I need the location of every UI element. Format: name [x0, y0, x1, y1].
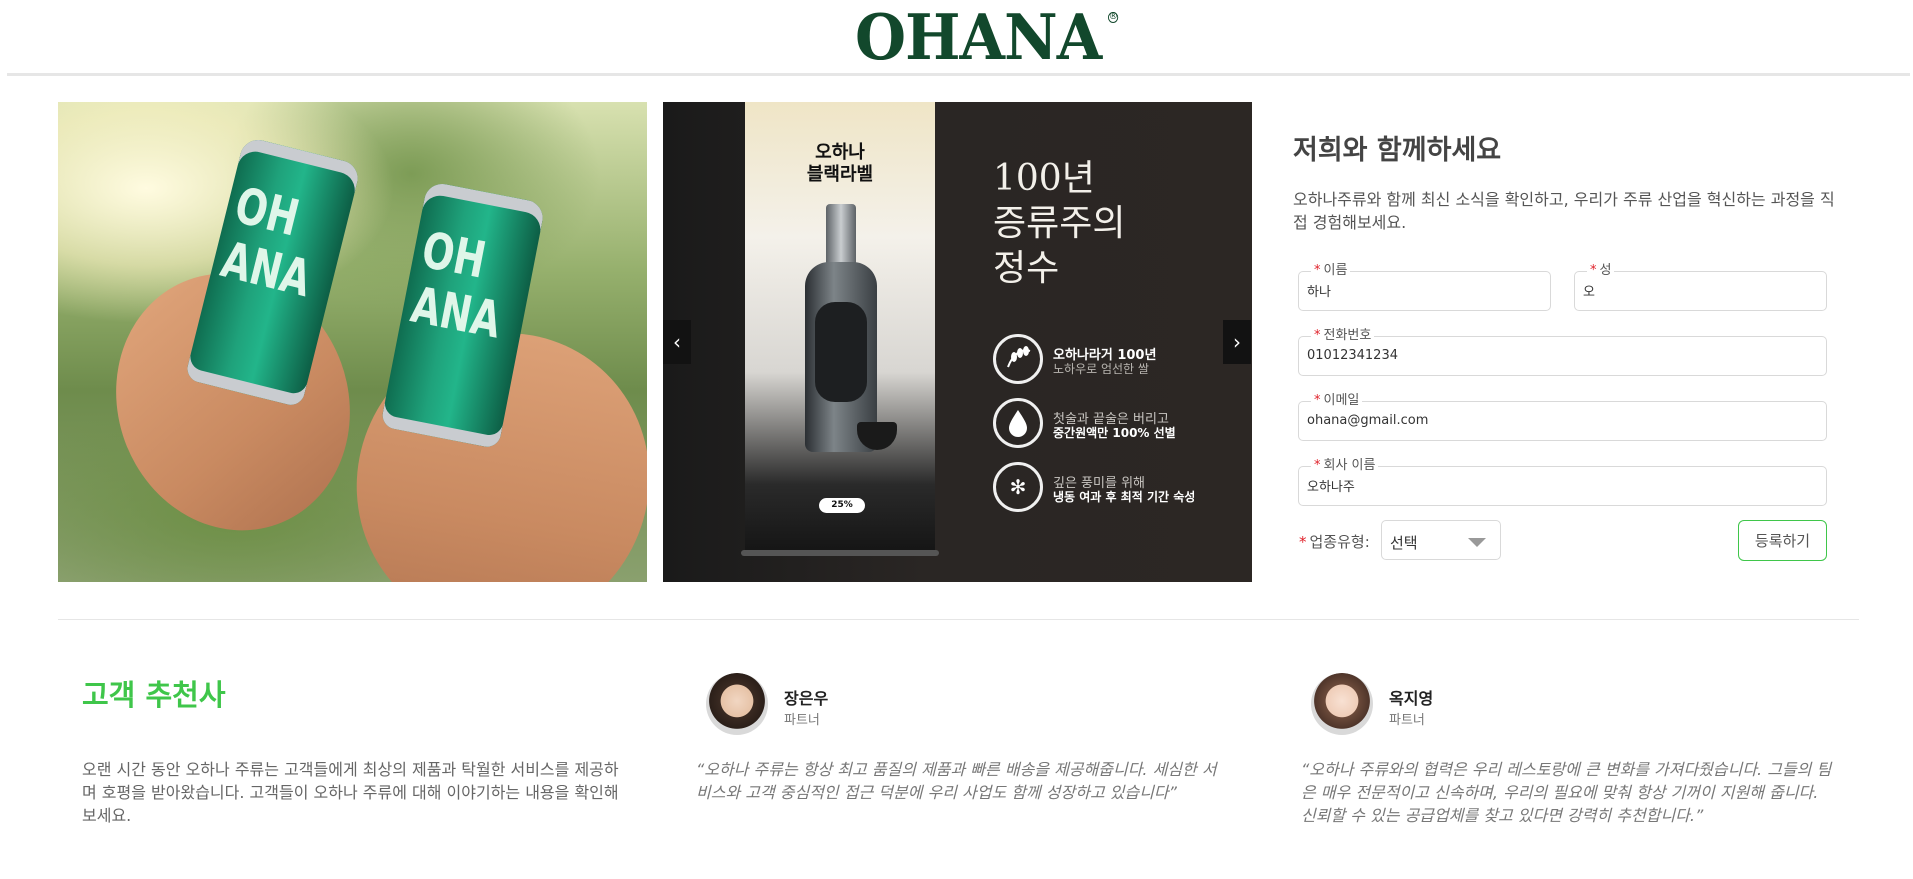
form-title: 저희와 함께하세요 — [1293, 135, 1502, 166]
bottle-label — [815, 302, 867, 402]
last-name-field[interactable]: * 성 — [1574, 263, 1827, 311]
business-type-select[interactable]: 선택 — [1381, 520, 1501, 560]
logo[interactable]: OHANA ® — [855, 6, 1118, 69]
feature-line-2: 냉동 여과 후 최적 기간 숙성 — [1053, 490, 1196, 504]
product-poster: 오하나 블랙라벨 25% — [745, 102, 935, 552]
last-name-label: * 성 — [1587, 263, 1615, 278]
product-slider: 오하나 블랙라벨 25% 100년 증류주의 정수 오하나라거 100년 노하우… — [663, 102, 1252, 582]
poster-stand — [741, 550, 939, 556]
company-label: * 회사 이름 — [1311, 458, 1379, 473]
registered-mark: ® — [1107, 11, 1118, 23]
slider-prev-button[interactable]: ‹ — [663, 320, 691, 364]
form-description: 오하나주류와 함께 최신 소식을 확인하고, 우리가 주류 산업을 혁신하는 과… — [1293, 190, 1835, 232]
testimonial-quote: “오하나 주류와의 협력은 우리 레스토랑에 큰 변화를 가져다줬습니다. 그들… — [1301, 760, 1832, 825]
bottle-icon — [826, 204, 856, 264]
poster-title: 오하나 블랙라벨 — [806, 142, 874, 185]
email-input[interactable] — [1307, 413, 1818, 428]
slider-headline: 100년 증류주의 정수 — [993, 158, 1126, 289]
droplet-icon — [993, 398, 1043, 448]
can-logo-text: OH ANA — [406, 220, 506, 350]
phone-field[interactable]: * 전화번호 — [1298, 328, 1827, 376]
percent-badge: 25% — [819, 498, 865, 513]
rice-icon — [993, 334, 1043, 384]
email-field[interactable]: * 이메일 — [1298, 393, 1827, 441]
first-name-field[interactable]: * 이름 — [1298, 263, 1551, 311]
phone-label: * 전화번호 — [1311, 328, 1375, 343]
section-divider — [58, 619, 1859, 620]
snowflake-icon: ✻ — [993, 462, 1043, 512]
testimonials-intro: 오랜 시간 동안 오하나 주류는 고객들에게 최상의 제품과 탁월한 서비스를 … — [82, 760, 619, 825]
logo-text: OHANA — [855, 0, 1102, 74]
avatar — [706, 673, 768, 735]
testimonial-name: 옥지영 — [1389, 689, 1434, 708]
testimonials-heading: 고객 추천사 — [82, 678, 226, 712]
testimonial-name: 장은우 — [784, 689, 829, 708]
company-field[interactable]: * 회사 이름 — [1298, 458, 1827, 506]
header: OHANA ® — [7, 0, 1910, 76]
feature-line-2: 중간원액만 100% 선별 — [1053, 426, 1176, 440]
first-name-input[interactable] — [1307, 283, 1542, 298]
chevron-down-icon — [1468, 538, 1486, 547]
first-name-label: * 이름 — [1311, 263, 1351, 278]
email-label: * 이메일 — [1311, 393, 1363, 408]
business-type-value: 선택 — [1390, 534, 1418, 552]
register-button[interactable]: 등록하기 — [1738, 520, 1827, 561]
last-name-input[interactable] — [1583, 283, 1818, 298]
testimonial-quote: “오하나 주류는 항상 최고 품질의 제품과 빠른 배송을 제공해줍니다. 세심… — [696, 760, 1217, 802]
business-type-label: * 업종유형: — [1299, 533, 1370, 551]
can-logo-text: OH ANA — [215, 175, 317, 309]
feature-line-2: 노하우로 엄선한 쌀 — [1053, 362, 1149, 376]
slider-next-button[interactable]: › — [1223, 320, 1251, 364]
testimonial-role: 파트너 — [1389, 713, 1425, 728]
phone-input[interactable] — [1307, 348, 1818, 363]
avatar — [1311, 673, 1373, 735]
testimonial-role: 파트너 — [784, 713, 820, 728]
company-input[interactable] — [1307, 478, 1818, 493]
hero-image-beer-cans: OH ANA OH ANA — [58, 102, 647, 582]
